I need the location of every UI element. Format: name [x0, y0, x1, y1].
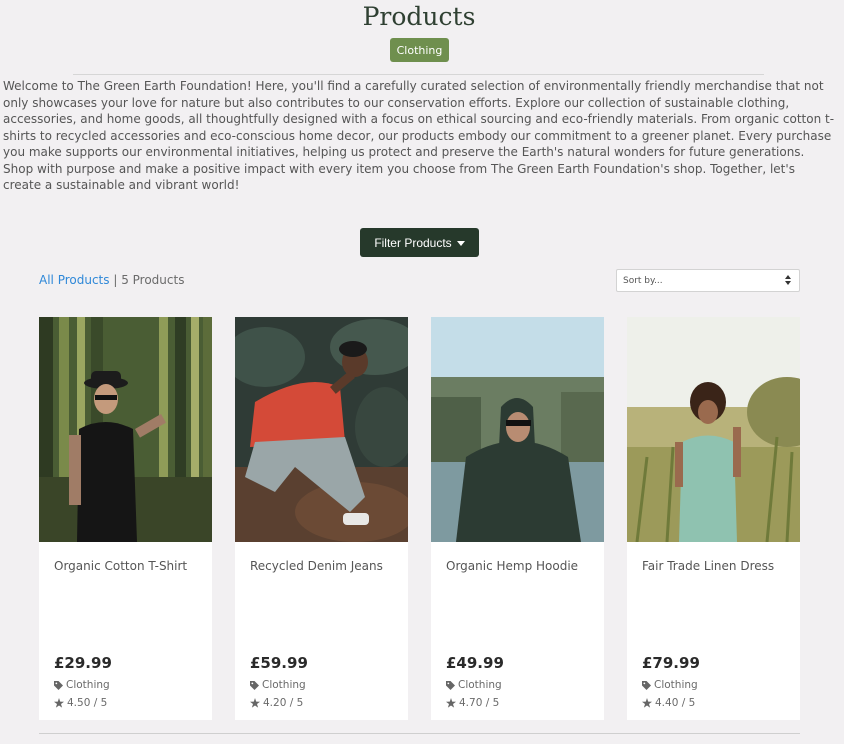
product-category-label: Clothing: [458, 679, 502, 691]
product-name[interactable]: Organic Hemp Hoodie: [446, 559, 596, 573]
product-rating-label: 4.40 / 5: [655, 697, 696, 709]
filter-products-button[interactable]: Filter Products: [360, 228, 479, 257]
page-title: Products: [362, 2, 476, 31]
product-category-label: Clothing: [66, 679, 110, 691]
tag-icon: [54, 680, 63, 690]
divider: [39, 733, 800, 734]
sort-select-value: Sort by...: [623, 275, 663, 286]
tag-icon: [250, 680, 259, 690]
product-rating: 4.70 / 5: [446, 697, 499, 709]
product-category: Clothing: [250, 679, 306, 691]
product-category-label: Clothing: [262, 679, 306, 691]
product-rating-label: 4.70 / 5: [459, 697, 500, 709]
product-name[interactable]: Organic Cotton T-Shirt: [54, 559, 204, 573]
product-name[interactable]: Fair Trade Linen Dress: [642, 559, 792, 573]
category-badge[interactable]: Clothing: [390, 38, 449, 62]
product-price: £29.99: [54, 654, 112, 672]
product-image[interactable]: [431, 317, 604, 542]
product-count-label: 5 Products: [121, 273, 185, 287]
product-image[interactable]: [235, 317, 408, 542]
product-price: £59.99: [250, 654, 308, 672]
tag-icon: [642, 680, 651, 690]
star-icon: [446, 698, 456, 708]
product-card[interactable]: Organic Cotton T-Shirt £29.99 Clothing 4…: [39, 317, 212, 720]
intro-text: Welcome to The Green Earth Foundation! H…: [3, 79, 835, 192]
product-category: Clothing: [54, 679, 110, 691]
product-card[interactable]: Fair Trade Linen Dress £79.99 Clothing 4…: [627, 317, 800, 720]
product-rating: 4.50 / 5: [54, 697, 107, 709]
star-icon: [250, 698, 260, 708]
product-rating: 4.20 / 5: [250, 697, 303, 709]
sort-select[interactable]: Sort by...: [616, 269, 800, 292]
product-card[interactable]: Recycled Denim Jeans £59.99 Clothing 4.2…: [235, 317, 408, 720]
star-icon: [642, 698, 652, 708]
all-products-link[interactable]: All Products: [39, 273, 110, 287]
product-count: All Products | 5 Products: [39, 273, 184, 287]
product-category: Clothing: [446, 679, 502, 691]
sort-arrows-icon: [785, 275, 791, 285]
product-price: £79.99: [642, 654, 700, 672]
product-rating: 4.40 / 5: [642, 697, 695, 709]
product-price: £49.99: [446, 654, 504, 672]
count-separator: |: [109, 273, 122, 287]
divider: [73, 74, 764, 75]
tag-icon: [446, 680, 455, 690]
product-category-label: Clothing: [654, 679, 698, 691]
product-card[interactable]: Organic Hemp Hoodie £49.99 Clothing 4.70…: [431, 317, 604, 720]
caret-down-icon: [456, 240, 465, 246]
star-icon: [54, 698, 64, 708]
product-name[interactable]: Recycled Denim Jeans: [250, 559, 400, 573]
filter-button-label: Filter Products: [374, 235, 452, 250]
product-category: Clothing: [642, 679, 698, 691]
product-image[interactable]: [39, 317, 212, 542]
product-rating-label: 4.50 / 5: [67, 697, 108, 709]
product-image[interactable]: [627, 317, 800, 542]
product-rating-label: 4.20 / 5: [263, 697, 304, 709]
